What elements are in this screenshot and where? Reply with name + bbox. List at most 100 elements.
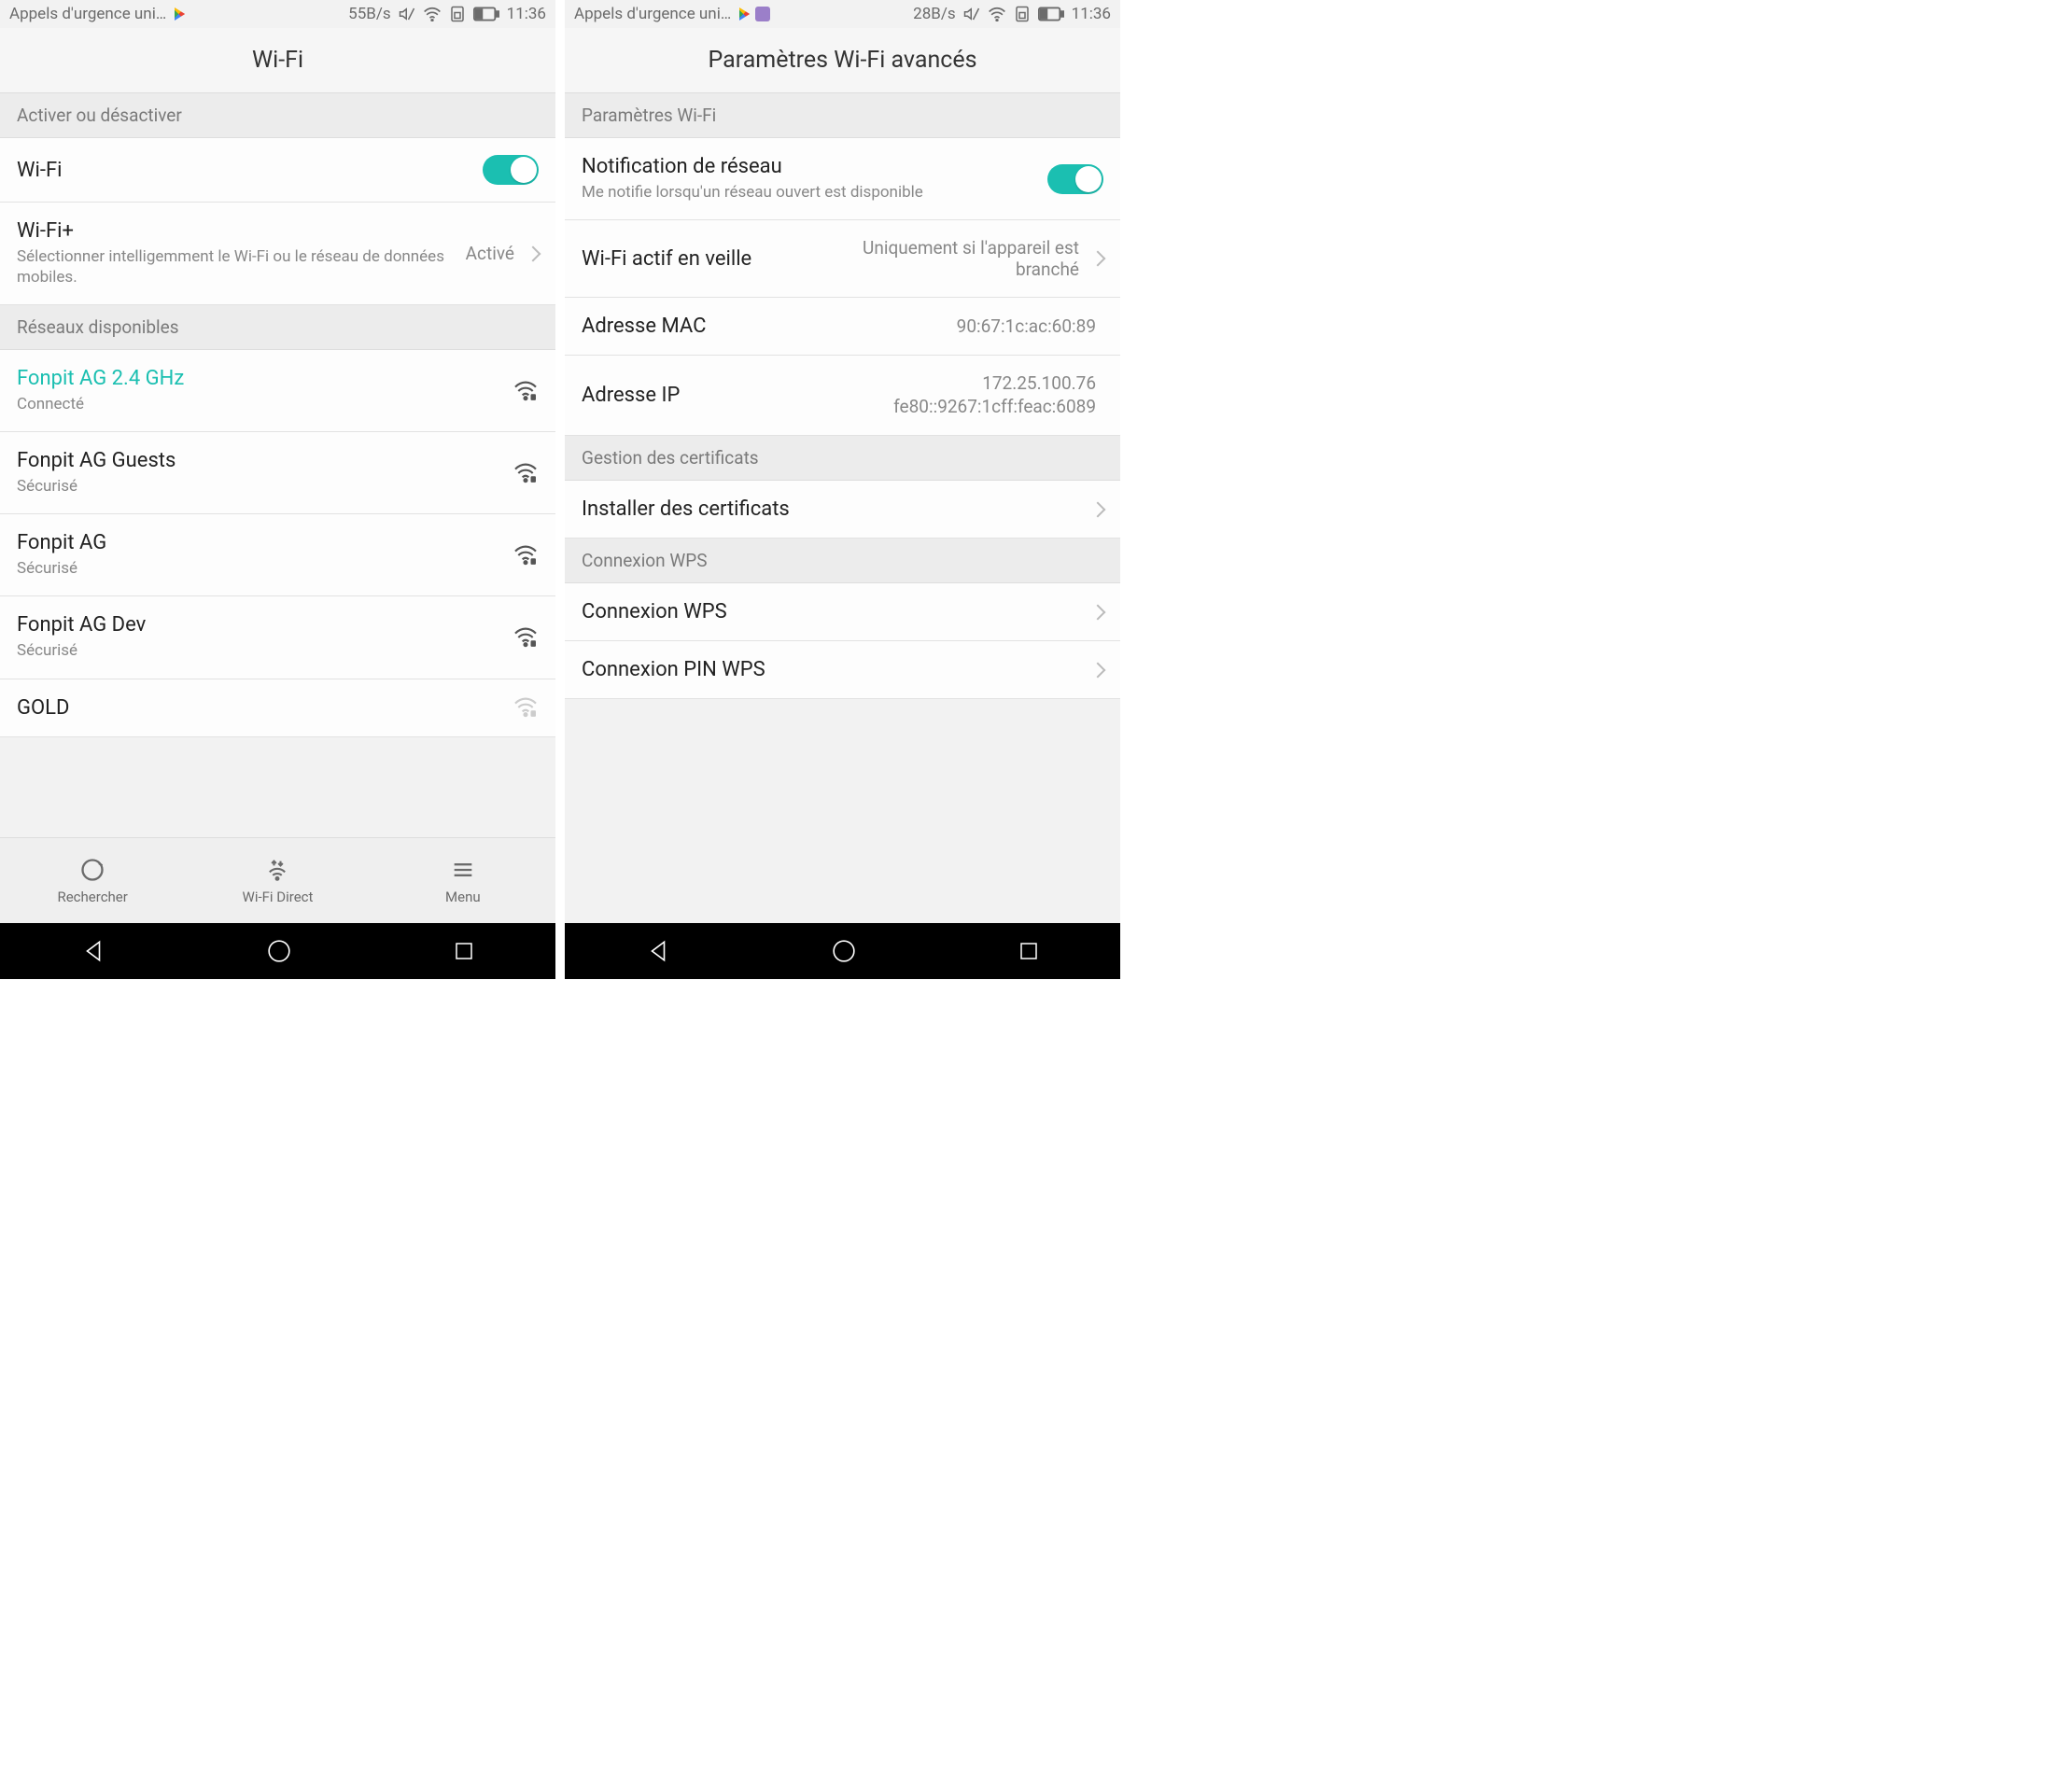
sim-icon [1014, 6, 1031, 22]
chevron-right-icon [526, 245, 541, 261]
network-status: Sécurisé [17, 640, 503, 661]
mac-title: Adresse MAC [582, 315, 957, 338]
wifi-toggle-row[interactable]: Wi-Fi [0, 138, 555, 203]
wifi-signal-icon [512, 463, 539, 483]
wifi-signal-icon [512, 697, 539, 718]
wifi-sleep-value: Uniquement si l'appareil est branché [836, 237, 1079, 280]
wifi-signal-icon [512, 627, 539, 648]
refresh-icon [79, 857, 105, 883]
mute-icon [963, 6, 980, 22]
android-nav-bar [0, 923, 555, 979]
network-name: Fonpit AG 2.4 GHz [17, 367, 503, 390]
network-notif-toggle[interactable] [1047, 164, 1103, 194]
network-status: Sécurisé [17, 476, 503, 497]
wifi-direct-icon [264, 857, 290, 883]
network-status: Sécurisé [17, 558, 503, 579]
clock: 11:36 [507, 5, 546, 23]
section-networks-header: Réseaux disponibles [0, 305, 555, 350]
battery-icon [1038, 7, 1064, 21]
chevron-right-icon [1090, 604, 1106, 620]
network-notif-sub: Me notifie lorsqu'un réseau ouvert est d… [582, 182, 1047, 203]
ip-v6: fe80::9267:1cff:feac:6089 [893, 396, 1096, 419]
data-rate: 55B/s [348, 5, 391, 23]
battery-icon [473, 7, 499, 21]
network-row[interactable]: Fonpit AG 2.4 GHz Connecté [0, 350, 555, 432]
nav-recent-icon[interactable] [1018, 940, 1040, 962]
wifi-plus-row[interactable]: Wi-Fi+ Sélectionner intelligemment le Wi… [0, 203, 555, 305]
wifi-signal-icon [512, 381, 539, 401]
network-row[interactable]: Fonpit AG Guests Sécurisé [0, 432, 555, 514]
chevron-right-icon [1090, 501, 1106, 517]
search-label: Rechercher [57, 889, 127, 905]
install-certs-title: Installer des certificats [582, 497, 1087, 521]
network-row[interactable]: Fonpit AG Sécurisé [0, 514, 555, 596]
wifi-signal-icon [512, 697, 539, 718]
data-rate: 28B/s [913, 5, 956, 23]
wps-connection-row[interactable]: Connexion WPS [565, 583, 1120, 641]
network-notif-title: Notification de réseau [582, 155, 1047, 178]
nav-back-icon[interactable] [81, 939, 105, 963]
wifi-signal-icon [512, 627, 539, 648]
wifi-toggle[interactable] [483, 155, 539, 185]
wps-pin-title: Connexion PIN WPS [582, 658, 1087, 681]
wifi-status-icon [423, 7, 442, 21]
status-bar: Appels d'urgence uni… 55B/s 11:36 [0, 0, 555, 28]
content-area: Paramètres Wi-Fi Notification de réseau … [565, 93, 1120, 923]
wifi-sleep-title: Wi-Fi actif en veille [582, 247, 836, 271]
menu-button[interactable]: Menu [371, 838, 555, 923]
network-status: Connecté [17, 394, 503, 414]
wifi-sleep-row[interactable]: Wi-Fi actif en veille Uniquement si l'ap… [565, 220, 1120, 298]
android-nav-bar [565, 923, 1120, 979]
ip-v4: 172.25.100.76 [893, 372, 1096, 396]
wifi-plus-title: Wi-Fi+ [17, 219, 466, 243]
section-wps: Connexion WPS [565, 539, 1120, 583]
chevron-right-icon [1090, 662, 1106, 678]
menu-label: Menu [445, 889, 481, 905]
wifi-direct-label: Wi-Fi Direct [243, 889, 314, 905]
ip-title: Adresse IP [582, 384, 893, 407]
wps-pin-row[interactable]: Connexion PIN WPS [565, 641, 1120, 699]
section-certs: Gestion des certificats [565, 436, 1120, 481]
nav-home-icon[interactable] [832, 939, 856, 963]
ip-value: 172.25.100.76 fe80::9267:1cff:feac:6089 [893, 372, 1096, 418]
chevron-right-icon [1090, 251, 1106, 267]
play-store-icon [737, 7, 750, 21]
nav-recent-icon[interactable] [453, 940, 475, 962]
network-notification-row[interactable]: Notification de réseau Me notifie lorsqu… [565, 138, 1120, 220]
mac-address-row: Adresse MAC 90:67:1c:ac:60:89 [565, 298, 1120, 356]
mac-value: 90:67:1c:ac:60:89 [957, 315, 1096, 337]
carrier-text: Appels d'urgence uni… [574, 5, 731, 23]
nav-back-icon[interactable] [646, 939, 670, 963]
hamburger-icon [450, 857, 476, 883]
wps-conn-title: Connexion WPS [582, 600, 1087, 623]
content-area: Activer ou désactiver Wi-Fi Wi-Fi+ Sélec… [0, 93, 555, 837]
nav-home-icon[interactable] [267, 939, 291, 963]
app-icon [755, 7, 770, 21]
screen-title: Wi-Fi [0, 28, 555, 93]
wifi-signal-icon [512, 545, 539, 566]
carrier-text: Appels d'urgence uni… [9, 5, 166, 23]
network-row[interactable]: Fonpit AG Dev Sécurisé [0, 596, 555, 679]
screen-title: Paramètres Wi-Fi avancés [565, 28, 1120, 93]
sim-icon [449, 6, 466, 22]
network-name: Fonpit AG Guests [17, 449, 503, 472]
search-button[interactable]: Rechercher [0, 838, 185, 923]
play-store-icon [172, 7, 185, 21]
network-name: Fonpit AG [17, 531, 503, 554]
wifi-label: Wi-Fi [17, 159, 483, 182]
status-bar: Appels d'urgence uni… 28B/s 11:36 [565, 0, 1120, 28]
wifi-direct-button[interactable]: Wi-Fi Direct [185, 838, 370, 923]
wifi-plus-subtitle: Sélectionner intelligemment le Wi-Fi ou … [17, 246, 466, 287]
wifi-signal-icon [512, 463, 539, 483]
clock: 11:36 [1072, 5, 1111, 23]
network-row[interactable]: GOLD [0, 679, 555, 737]
network-name: Fonpit AG Dev [17, 613, 503, 637]
wifi-settings-screen: Appels d'urgence uni… 55B/s 11:36 Wi-Fi … [0, 0, 555, 979]
wifi-status-icon [988, 7, 1006, 21]
install-certs-row[interactable]: Installer des certificats [565, 481, 1120, 539]
bottom-toolbar: Rechercher Wi-Fi Direct Menu [0, 837, 555, 923]
ip-address-row: Adresse IP 172.25.100.76 fe80::9267:1cff… [565, 356, 1120, 436]
wifi-plus-value: Activé [466, 243, 514, 264]
section-toggle-header: Activer ou désactiver [0, 93, 555, 138]
section-wifi-params: Paramètres Wi-Fi [565, 93, 1120, 138]
